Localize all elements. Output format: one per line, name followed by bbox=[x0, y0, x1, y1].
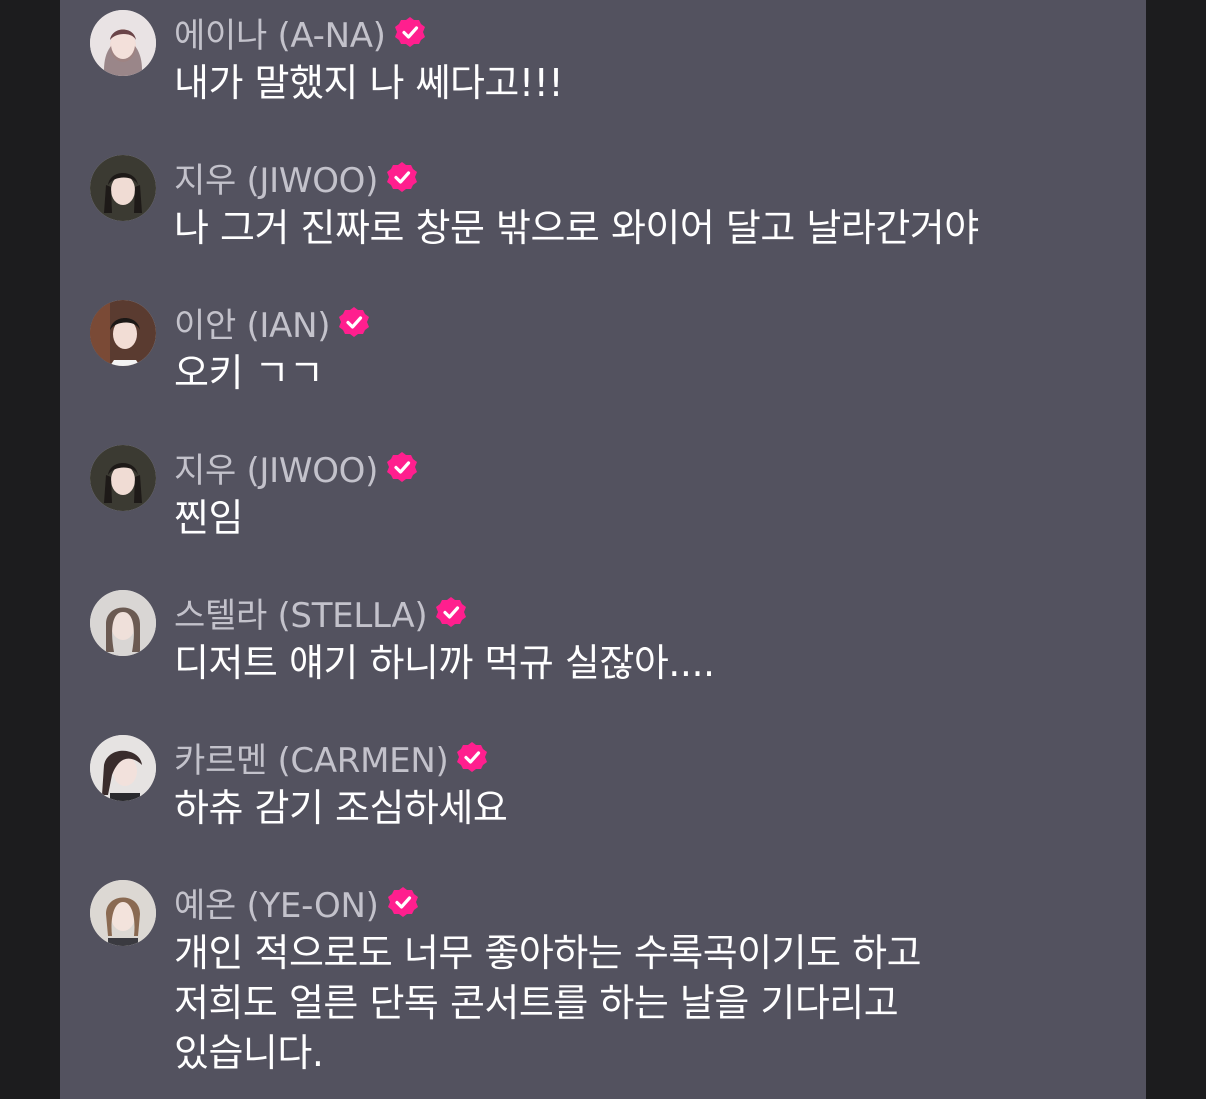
verified-badge-icon bbox=[386, 161, 418, 193]
verified-badge-icon bbox=[387, 886, 419, 918]
member-name[interactable]: 에이나 (A-NA) bbox=[174, 8, 386, 57]
verified-badge-icon bbox=[435, 596, 467, 628]
member-name[interactable]: 지우 (JIWOO) bbox=[174, 443, 378, 492]
member-name[interactable]: 스텔라 (STELLA) bbox=[174, 588, 428, 637]
member-name[interactable]: 이안 (IAN) bbox=[174, 298, 331, 347]
member-avatar[interactable] bbox=[90, 735, 156, 801]
message-text: 하츄 감기 조심하세요 bbox=[174, 786, 508, 830]
verified-badge-icon bbox=[386, 451, 418, 483]
message-text: 오키 ㄱㄱ bbox=[174, 351, 324, 395]
member-avatar[interactable] bbox=[90, 10, 156, 76]
message-text: 나 그거 진짜로 창문 밖으로 와이어 달고 날라간거야 bbox=[174, 206, 979, 250]
member-avatar[interactable] bbox=[90, 155, 156, 221]
member-avatar[interactable] bbox=[90, 590, 156, 656]
member-avatar[interactable] bbox=[90, 445, 156, 511]
member-avatar[interactable] bbox=[90, 300, 156, 366]
message-text: 찐임 bbox=[174, 496, 243, 540]
chat-panel: 에이나 (A-NA) 내가 말했지 나 쎄다고!!! 지우 (JIWOO) 나 … bbox=[60, 0, 1146, 1099]
message-text: 디저트 얘기 하니까 먹규 실잖아.... bbox=[174, 641, 715, 685]
verified-badge-icon bbox=[338, 306, 370, 338]
message-text: 개인 적으로도 너무 좋아하는 수록곡이기도 하고 저희도 얼른 단독 콘서트를… bbox=[174, 931, 922, 1075]
member-name[interactable]: 지우 (JIWOO) bbox=[174, 153, 378, 202]
message-text: 내가 말했지 나 쎄다고!!! bbox=[174, 61, 564, 105]
verified-badge-icon bbox=[456, 741, 488, 773]
member-avatar[interactable] bbox=[90, 880, 156, 946]
member-name[interactable]: 예온 (YE-ON) bbox=[174, 878, 379, 927]
verified-badge-icon bbox=[394, 16, 426, 48]
member-name[interactable]: 카르멘 (CARMEN) bbox=[174, 733, 449, 782]
